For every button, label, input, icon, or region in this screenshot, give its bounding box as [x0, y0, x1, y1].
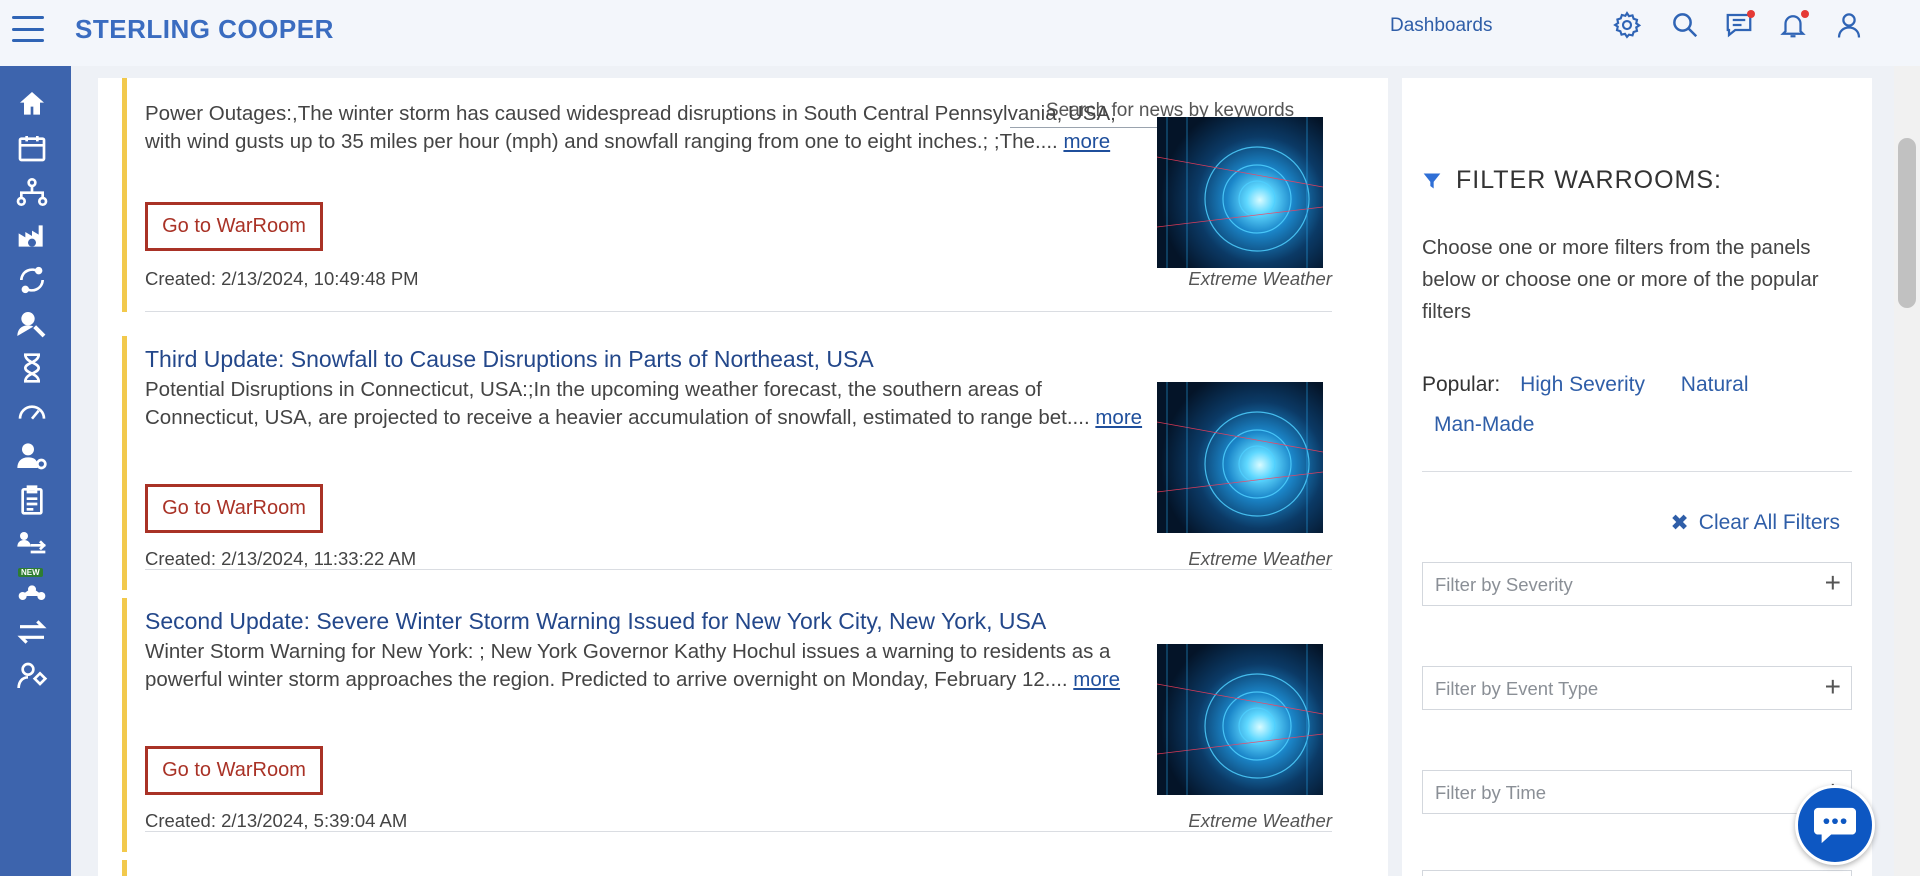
- filter-severity-box[interactable]: Filter by Severity +: [1422, 562, 1852, 606]
- plus-icon: +: [1824, 671, 1841, 702]
- more-link[interactable]: more: [1095, 406, 1142, 429]
- go-to-warroom-button[interactable]: Go to WarRoom: [145, 746, 323, 795]
- popular-filter-high-severity[interactable]: High Severity: [1520, 373, 1645, 396]
- dashboards-link[interactable]: Dashboards: [1390, 15, 1492, 37]
- filter-time-label: Filter by Time: [1435, 782, 1547, 803]
- messages-dot: [1747, 10, 1755, 18]
- gauge-icon[interactable]: [16, 396, 48, 428]
- news-title[interactable]: Second Update: Severe Winter Storm Warni…: [145, 608, 1046, 635]
- news-thumbnail: [1157, 117, 1323, 268]
- chat-bubble-icon: [1814, 807, 1856, 844]
- created-date: Created: 2/13/2024, 10:49:48 PM: [145, 268, 419, 289]
- news-summary: Winter Storm Warning for New York: ; New…: [145, 640, 1121, 691]
- filter-event-type-label: Filter by Event Type: [1435, 678, 1599, 699]
- clear-all-filters-button[interactable]: ✖ Clear All Filters: [1670, 510, 1840, 536]
- gear-icon[interactable]: [1612, 10, 1642, 40]
- popular-filter-man-made[interactable]: Man-Made: [1434, 413, 1534, 436]
- new-badge: NEW: [18, 568, 43, 577]
- news-category: Extreme Weather: [1188, 548, 1332, 569]
- news-item: Power Outages:,The winter storm has caus…: [122, 78, 1332, 312]
- news-category: Extreme Weather: [1188, 268, 1332, 289]
- brand-name: STERLING COOPER: [75, 14, 334, 44]
- created-date: Created: 2/13/2024, 11:33:22 AM: [145, 548, 417, 569]
- filter-time-box[interactable]: Filter by Time +: [1422, 770, 1852, 814]
- news-title[interactable]: Third Update: Snowfall to Cause Disrupti…: [145, 346, 874, 373]
- menu-icon[interactable]: [12, 16, 44, 42]
- user-settings-icon[interactable]: [16, 440, 48, 472]
- filter-title: FILTER WARROOMS:: [1456, 166, 1722, 194]
- network-icon[interactable]: [16, 176, 48, 208]
- go-to-warroom-button[interactable]: Go to WarRoom: [145, 484, 323, 533]
- filter-description: Choose one or more filters from the pane…: [1422, 236, 1819, 323]
- news-panel: Power Outages:,The winter storm has caus…: [98, 78, 1388, 876]
- news-item: Second Update: Severe Winter Storm Warni…: [122, 598, 1332, 852]
- refresh-cycle-icon[interactable]: [16, 264, 48, 296]
- news-summary: Potential Disruptions in Connecticut, US…: [145, 378, 1143, 429]
- go-to-warroom-button[interactable]: Go to WarRoom: [145, 202, 323, 251]
- popular-filter-natural[interactable]: Natural: [1681, 373, 1749, 396]
- calendar-icon[interactable]: [16, 132, 48, 164]
- news-item: [122, 860, 1332, 876]
- bell-icon[interactable]: [1778, 10, 1809, 40]
- user-icon[interactable]: [1834, 10, 1864, 40]
- top-bar: STERLING COOPER Dashboards: [0, 0, 1920, 66]
- people-transfer-icon[interactable]: [16, 528, 48, 560]
- search-icon[interactable]: [1670, 10, 1700, 40]
- news-thumbnail: [1157, 382, 1323, 533]
- hourglass-icon[interactable]: [16, 352, 48, 384]
- user-tag-icon[interactable]: [16, 660, 48, 692]
- supply-chain-icon[interactable]: [16, 220, 48, 252]
- news-thumbnail: [1157, 644, 1323, 795]
- news-item: Third Update: Snowfall to Cause Disrupti…: [122, 336, 1332, 590]
- filter-divider: [1422, 471, 1852, 472]
- close-icon: ✖: [1670, 510, 1689, 535]
- more-link[interactable]: more: [1063, 130, 1110, 153]
- funnel-icon: [1423, 173, 1441, 188]
- chat-button[interactable]: [1795, 785, 1875, 865]
- swap-arrows-icon[interactable]: [16, 616, 48, 648]
- filter-panel: FILTER WARROOMS: Choose one or more filt…: [1402, 78, 1872, 876]
- created-date: Created: 2/13/2024, 5:39:04 AM: [145, 810, 408, 831]
- filter-event-type-box[interactable]: Filter by Event Type +: [1422, 666, 1852, 710]
- popular-label: Popular:: [1422, 373, 1501, 396]
- home-icon[interactable]: [16, 88, 48, 120]
- more-link[interactable]: more: [1073, 668, 1120, 691]
- filter-extra-box[interactable]: [1422, 870, 1852, 876]
- page-scrollbar[interactable]: [1894, 66, 1920, 876]
- messages-icon[interactable]: [1724, 10, 1755, 40]
- search-person-icon[interactable]: [16, 308, 48, 340]
- clipboard-icon[interactable]: [16, 484, 48, 516]
- scrollbar-thumb[interactable]: [1898, 138, 1916, 308]
- news-category: Extreme Weather: [1188, 810, 1332, 831]
- filter-header: FILTER WARROOMS:: [1422, 166, 1722, 195]
- filter-severity-label: Filter by Severity: [1435, 574, 1573, 595]
- clear-all-filters-label: Clear All Filters: [1698, 511, 1840, 534]
- popular-filters: Popular: High Severity Natural Man-Made: [1422, 365, 1862, 445]
- new-feature-icon[interactable]: NEW: [16, 568, 48, 604]
- notifications-dot: [1801, 10, 1809, 18]
- plus-icon: +: [1824, 567, 1841, 598]
- news-summary: Power Outages:,The winter storm has caus…: [145, 102, 1116, 153]
- left-rail: NEW: [0, 66, 71, 876]
- app-root: STERLING COOPER Dashboards NEW Search fo…: [0, 0, 1920, 876]
